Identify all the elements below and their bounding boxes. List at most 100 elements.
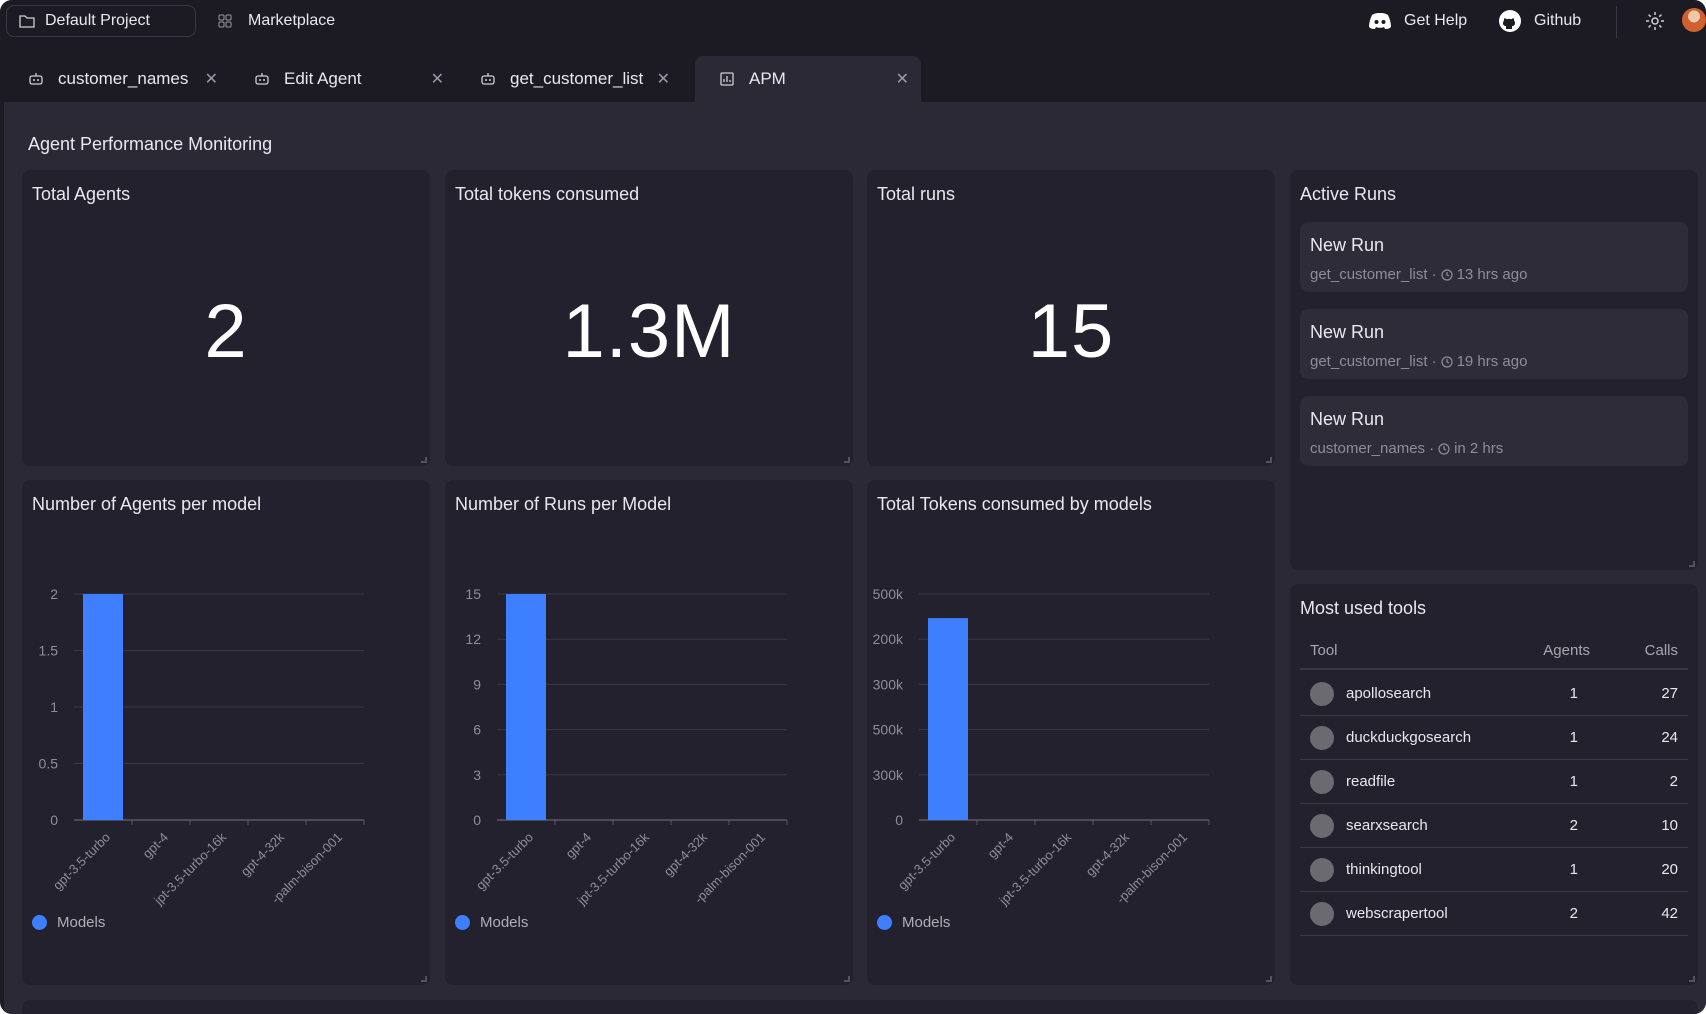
tool-name: thinkingtool bbox=[1346, 861, 1422, 878]
discord-icon bbox=[1369, 13, 1391, 29]
table-row[interactable]: readfile 1 2 bbox=[1300, 760, 1688, 804]
tab-customer-names[interactable]: customer_names ✕ bbox=[4, 56, 230, 102]
tool-calls-count: 2 bbox=[1669, 773, 1678, 790]
app-window: Default Project Marketplace Get Help Git… bbox=[0, 0, 1706, 1014]
column-header-tool[interactable]: Tool bbox=[1310, 642, 1338, 659]
gear-icon[interactable] bbox=[1644, 10, 1666, 32]
chart-legend[interactable]: Models bbox=[877, 914, 950, 931]
legend-marker bbox=[32, 915, 47, 930]
y-tick-label: 6 bbox=[473, 722, 481, 738]
chart-icon bbox=[720, 72, 734, 86]
run-meta: get_customer_list · 19 hrs ago bbox=[1310, 353, 1527, 370]
close-icon[interactable]: ✕ bbox=[896, 69, 909, 89]
column-header-agents[interactable]: Agents bbox=[1543, 642, 1590, 659]
y-tick-label: 3 bbox=[473, 767, 481, 783]
tab-apm[interactable]: APM ✕ bbox=[695, 56, 921, 102]
tool-icon bbox=[1310, 770, 1334, 794]
chart-legend[interactable]: Models bbox=[455, 914, 528, 931]
resize-handle[interactable] bbox=[1689, 976, 1695, 982]
active-run-item[interactable]: New Run customer_names · in 2 hrs bbox=[1300, 396, 1688, 466]
table-row[interactable]: thinkingtool 1 20 bbox=[1300, 848, 1688, 892]
tab-get-customer-list[interactable]: get_customer_list ✕ bbox=[456, 56, 682, 102]
total-tokens-value: 1.3M bbox=[562, 289, 736, 374]
tab-label: customer_names bbox=[58, 69, 189, 88]
y-tick-label: 500k bbox=[873, 722, 904, 738]
tab-label: APM bbox=[749, 69, 786, 88]
clock-icon bbox=[1440, 355, 1453, 368]
card-title: Total runs bbox=[877, 184, 956, 204]
clock-icon bbox=[1440, 268, 1453, 281]
x-tick-label: gpt-4 bbox=[563, 830, 595, 862]
card-title: Total tokens consumed bbox=[455, 184, 640, 204]
tool-agents-count: 1 bbox=[1569, 729, 1578, 746]
legend-label: Models bbox=[57, 914, 106, 931]
resize-handle[interactable] bbox=[1689, 561, 1695, 567]
avatar[interactable] bbox=[1682, 8, 1706, 32]
marketplace-button[interactable]: Marketplace bbox=[218, 5, 335, 37]
card-title: Active Runs bbox=[1300, 184, 1397, 204]
y-tick-label: 0 bbox=[473, 812, 481, 828]
x-tick-label: gpt-4-32k bbox=[238, 829, 288, 879]
resize-handle[interactable] bbox=[844, 457, 850, 463]
page-title: Agent Performance Monitoring bbox=[28, 134, 273, 154]
table-row[interactable]: webscrapertool 2 42 bbox=[1300, 892, 1688, 936]
resize-handle[interactable] bbox=[1266, 457, 1272, 463]
tool-icon bbox=[1310, 858, 1334, 882]
run-agent: customer_names bbox=[1310, 440, 1426, 457]
total-agents-value: 2 bbox=[204, 289, 248, 374]
tool-calls-count: 10 bbox=[1661, 817, 1678, 834]
x-tick-label: gpt-4-32k bbox=[661, 829, 711, 879]
grid-icon bbox=[218, 14, 232, 28]
chart-legend[interactable]: Models bbox=[32, 914, 105, 931]
active-run-item[interactable]: New Run get_customer_list · 19 hrs ago bbox=[1300, 309, 1688, 379]
resize-handle[interactable] bbox=[421, 976, 427, 982]
run-time: in 2 hrs bbox=[1454, 440, 1504, 457]
project-selector[interactable]: Default Project bbox=[6, 5, 196, 37]
run-agent: get_customer_list bbox=[1310, 353, 1428, 370]
tab-label: get_customer_list bbox=[510, 69, 644, 88]
run-meta: customer_names · in 2 hrs bbox=[1310, 440, 1503, 457]
close-icon[interactable]: ✕ bbox=[205, 69, 218, 89]
tool-name: readfile bbox=[1346, 773, 1396, 790]
run-time: 19 hrs ago bbox=[1456, 353, 1528, 370]
resize-handle[interactable] bbox=[844, 976, 850, 982]
run-title: New Run bbox=[1310, 409, 1385, 429]
active-runs-card: Active Runs New Run get_customer_list · … bbox=[1290, 170, 1698, 570]
legend-marker bbox=[877, 915, 892, 930]
bar-gpt-3.5-turbo bbox=[506, 594, 546, 820]
x-tick-label: gpt-4-32k bbox=[1083, 829, 1133, 879]
meta-separator: · bbox=[1431, 353, 1437, 370]
run-meta: get_customer_list · 13 hrs ago bbox=[1310, 266, 1527, 283]
tool-icon bbox=[1310, 902, 1334, 926]
tool-agents-count: 1 bbox=[1569, 685, 1578, 702]
tab-label: Edit Agent bbox=[284, 69, 362, 88]
get-help-button[interactable]: Get Help bbox=[1368, 5, 1467, 37]
tool-icon bbox=[1310, 814, 1334, 838]
table-row[interactable]: searxsearch 2 10 bbox=[1300, 804, 1688, 848]
table-row[interactable]: duckduckgosearch 1 24 bbox=[1300, 716, 1688, 760]
agents-per-model-card: Number of Agents per model 0 0.5 1 1.5 2 gpt-… bbox=[22, 480, 430, 985]
resize-handle[interactable] bbox=[421, 457, 427, 463]
tool-agents-count: 2 bbox=[1569, 817, 1578, 834]
close-icon[interactable]: ✕ bbox=[431, 69, 444, 89]
active-run-item[interactable]: New Run get_customer_list · 13 hrs ago bbox=[1300, 222, 1688, 292]
github-button[interactable]: Github bbox=[1498, 5, 1581, 37]
resize-handle[interactable] bbox=[1266, 976, 1272, 982]
total-runs-card: Total runs 15 bbox=[867, 170, 1275, 466]
table-row[interactable]: apollosearch 1 27 bbox=[1300, 672, 1688, 716]
robot-icon bbox=[255, 73, 269, 85]
runs-per-model-chart: 03691215gpt-3.5-turbo gpt-4jpt-3.5-turbo-… bbox=[465, 586, 788, 908]
close-icon[interactable]: ✕ bbox=[657, 69, 670, 89]
tool-calls-count: 24 bbox=[1661, 729, 1678, 746]
x-tick-label: gpt-3.5-turbo bbox=[895, 830, 958, 893]
column-header-calls[interactable]: Calls bbox=[1645, 642, 1678, 659]
tool-agents-count: 2 bbox=[1569, 905, 1578, 922]
y-tick-label: 1.5 bbox=[39, 643, 59, 659]
tools-table-header: Tool Agents Calls bbox=[1300, 636, 1688, 670]
x-tick-label: gpt-3.5-turbo bbox=[50, 830, 113, 893]
apm-dashboard: Agent Performance Monitoring Total Agent… bbox=[4, 102, 1706, 1014]
y-tick-label: 12 bbox=[465, 631, 481, 647]
tab-edit-agent[interactable]: Edit Agent ✕ bbox=[230, 56, 456, 102]
bottom-panel bbox=[22, 1000, 1698, 1014]
y-tick-label: 9 bbox=[473, 676, 481, 692]
